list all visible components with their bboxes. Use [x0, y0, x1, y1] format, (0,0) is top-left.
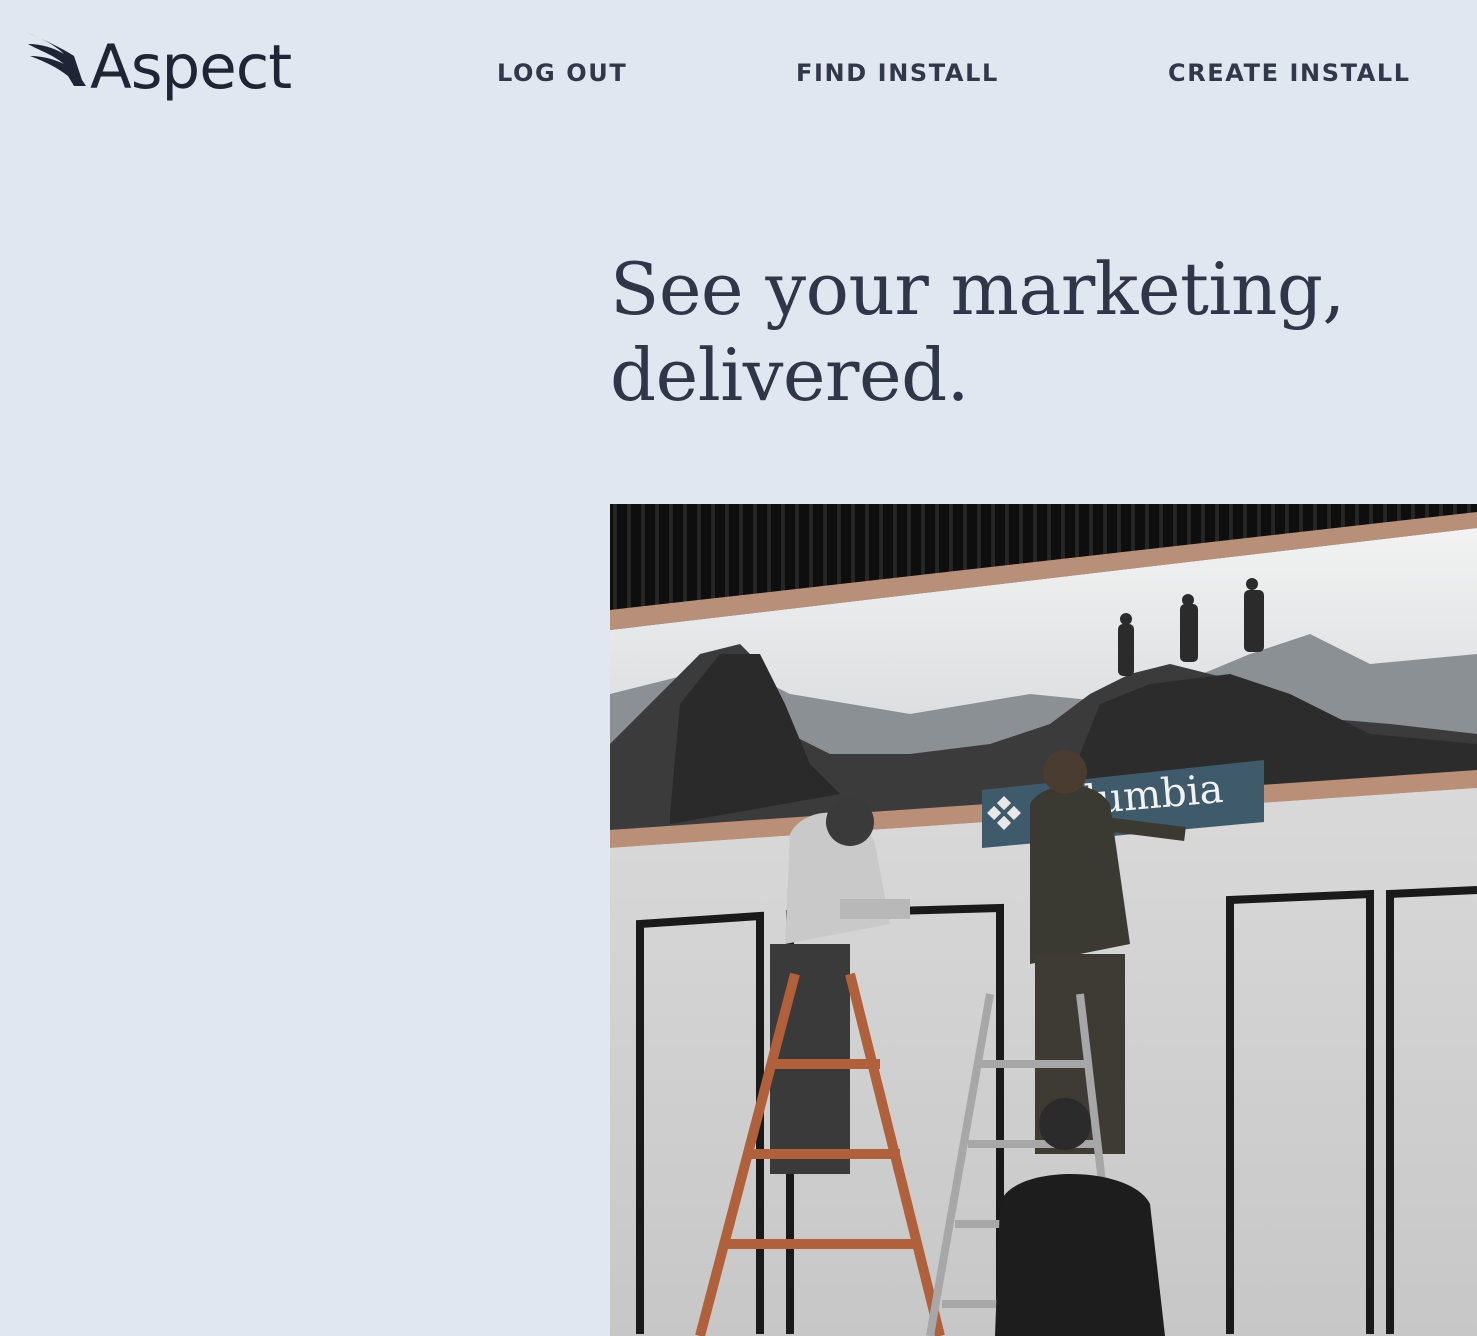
hero-headline-line-2: delivered. — [610, 333, 970, 417]
hero-photo: olumbia — [610, 504, 1477, 1336]
hero-headline: See your marketing, delivered. — [610, 246, 1450, 418]
hero-headline-line-1: See your marketing, — [610, 247, 1345, 331]
wing-icon — [26, 32, 86, 86]
installation-photo-illustration: olumbia — [610, 504, 1477, 1336]
nav-create-install-link[interactable]: CREATE INSTALL — [1168, 58, 1411, 88]
nav-log-out-link[interactable]: LOG OUT — [497, 58, 627, 88]
logo-text: Aspect — [90, 32, 292, 103]
aspect-logo[interactable]: Aspect — [24, 28, 304, 108]
nav-find-install-link[interactable]: FIND INSTALL — [796, 58, 999, 88]
